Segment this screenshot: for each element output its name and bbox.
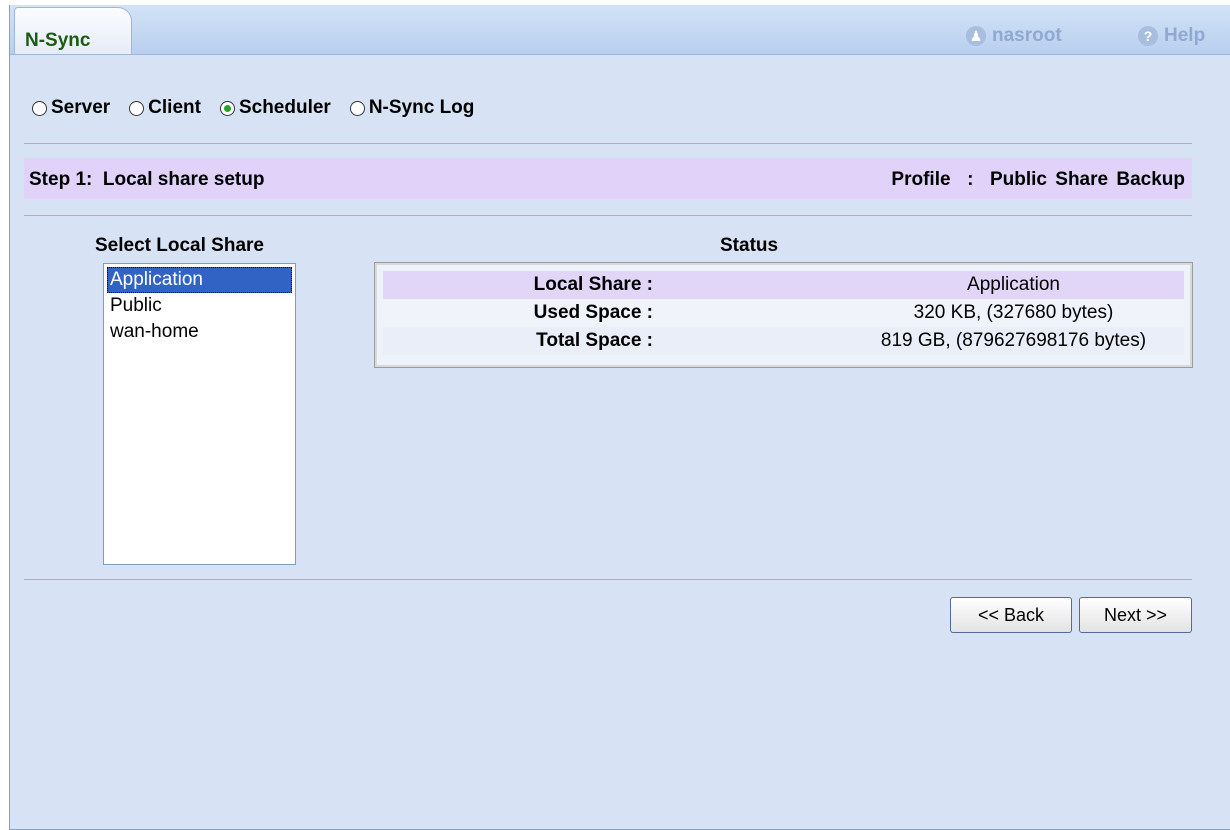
divider-bottom xyxy=(24,579,1192,580)
status-row-total-space: Total Space : 819 GB, (879627698176 byte… xyxy=(383,327,1184,355)
radio-scheduler[interactable]: Scheduler xyxy=(219,97,331,119)
back-button[interactable]: << Back xyxy=(950,597,1072,633)
status-value: 819 GB, (879627698176 bytes) xyxy=(880,330,1147,351)
status-row-used-space: Used Space : 320 KB, (327680 bytes) xyxy=(383,299,1184,327)
divider-step xyxy=(24,215,1192,216)
radio-n-sync-log[interactable]: N-Sync Log xyxy=(349,97,475,119)
status-value: Application xyxy=(967,274,1060,295)
list-item-wan-home[interactable]: wan-home xyxy=(107,319,292,345)
help-link[interactable]: ? Help xyxy=(1138,25,1205,47)
radio-scheduler-label: Scheduler xyxy=(238,97,331,118)
help-label: Help xyxy=(1164,25,1206,46)
user-link[interactable]: ♟ nasroot xyxy=(966,25,1062,47)
profile-label: Profile : Public Share Backup xyxy=(891,169,1185,190)
radio-server-circle[interactable] xyxy=(32,100,47,116)
radio-scheduler-circle[interactable] xyxy=(219,100,235,116)
person-icon: ♟ xyxy=(966,26,986,46)
status-label: Total Space : xyxy=(536,330,653,351)
radio-server-label: Server xyxy=(51,97,111,118)
radio-n-sync-log-circle[interactable] xyxy=(349,100,365,116)
radio-server[interactable]: Server xyxy=(32,97,110,119)
list-item-public[interactable]: Public xyxy=(107,293,292,319)
radio-n-sync-log-label: N-Sync Log xyxy=(368,97,475,118)
next-button[interactable]: Next >> xyxy=(1079,597,1192,633)
mode-radio-group: Server Client Scheduler N-Sync Log xyxy=(32,97,493,119)
top-tab-strip: N-Sync ♟ nasroot ? Help xyxy=(10,5,1230,55)
local-share-listbox[interactable]: Application Public wan-home xyxy=(103,263,296,565)
status-label: Used Space : xyxy=(533,302,653,323)
user-name: nasroot xyxy=(992,25,1062,46)
step-bar: Step 1: Local share setup Profile : Publ… xyxy=(24,158,1192,199)
radio-client-circle[interactable] xyxy=(129,100,145,116)
status-label: Local Share : xyxy=(533,274,653,295)
status-row-local-share: Local Share : Application xyxy=(383,271,1184,299)
status-table: Local Share : Application Used Space : 3… xyxy=(374,262,1193,368)
radio-client[interactable]: Client xyxy=(129,97,201,119)
divider-top xyxy=(24,143,1192,144)
list-item-application[interactable]: Application xyxy=(107,267,292,293)
tab-n-sync[interactable]: N-Sync xyxy=(14,7,132,54)
status-title: Status xyxy=(720,235,779,256)
tab-n-sync-label: N-Sync xyxy=(25,30,91,51)
status-value: 320 KB, (327680 bytes) xyxy=(913,302,1114,323)
question-icon: ? xyxy=(1138,26,1158,46)
step-title: Step 1: Local share setup xyxy=(29,169,265,190)
select-local-share-title: Select Local Share xyxy=(95,235,264,256)
radio-client-label: Client xyxy=(148,97,201,118)
